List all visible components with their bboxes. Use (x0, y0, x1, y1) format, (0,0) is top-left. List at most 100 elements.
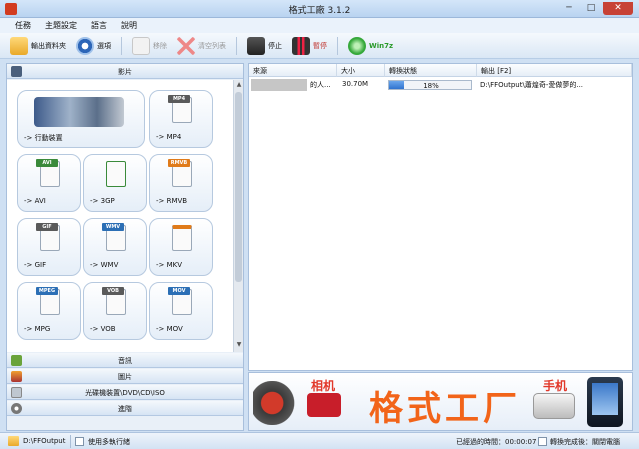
menu-language[interactable]: 語言 (84, 18, 114, 33)
remove-label: 移除 (153, 41, 167, 50)
clear-list-label: 清空列表 (198, 41, 226, 50)
stop-icon (247, 36, 265, 55)
multithread-label: 使用多執行緒 (88, 438, 130, 446)
scroll-down-icon[interactable]: ▼ (234, 341, 244, 351)
row-output: D:\FFOutput\蕭煌奇-愛做夢的... (480, 81, 584, 89)
clear-list-button[interactable]: 清空列表 (173, 35, 230, 57)
tile-wmv[interactable]: WMV -> WMV (83, 218, 147, 276)
remove-icon (132, 36, 150, 55)
column-size[interactable]: 大小 (337, 64, 385, 77)
redacted-source (251, 79, 307, 91)
category-video[interactable]: 影片 (7, 64, 243, 79)
tile-mobile[interactable]: -> 行動裝置 (17, 90, 145, 148)
tile-mkv[interactable]: -> MKV (149, 218, 213, 276)
tile-label: -> RMVB (156, 197, 188, 205)
scroll-up-icon[interactable]: ▲ (234, 81, 244, 91)
multithread-checkbox[interactable] (75, 437, 84, 446)
camera-icon (307, 393, 341, 417)
mobile-devices-icon (34, 97, 124, 127)
output-folder-button[interactable]: 輸出資料夾 (6, 35, 70, 57)
column-output[interactable]: 輸出 [F2] (477, 64, 632, 77)
remove-button[interactable]: 移除 (128, 35, 171, 57)
toolbar: 輸出資料夾 選項 移除 清空列表 停止 暫停 Win7z (0, 33, 639, 59)
progress-text: 18% (423, 82, 439, 90)
category-advanced-label: 進階 (118, 405, 132, 413)
tile-mov[interactable]: MOV -> MOV (149, 282, 213, 340)
category-picture-label: 圖片 (118, 373, 132, 381)
category-rom[interactable]: 光碟機裝置\DVD\CD\ISO (7, 385, 243, 400)
category-audio-label: 音訊 (118, 357, 132, 365)
tile-vob[interactable]: VOB -> VOB (83, 282, 147, 340)
gear-icon (76, 36, 94, 55)
menu-bar: 任務 主題設定 語言 說明 (0, 18, 639, 33)
win7-label: Win7z (369, 41, 394, 50)
column-status[interactable]: 轉換狀態 (385, 64, 477, 77)
window-title: 格式工廠 3.1.2 (288, 6, 351, 16)
tiles-scrollbar[interactable]: ▲ ▼ (233, 80, 243, 352)
tile-mp4[interactable]: MP4 -> MP4 (149, 90, 213, 148)
tile-label: -> AVI (24, 197, 46, 205)
film-file-icon (172, 225, 192, 251)
promo-banner: 相机 格式工厂 手机 (248, 372, 633, 431)
banner-phone-text: 手机 (543, 379, 568, 393)
clear-icon (177, 36, 195, 55)
minimize-button[interactable]: ─ (559, 2, 579, 15)
wmv-badge: WMV (102, 223, 124, 231)
category-rom-label: 光碟機裝置\DVD\CD\ISO (85, 389, 165, 397)
tile-avi[interactable]: AVI -> AVI (17, 154, 81, 212)
folder-icon (8, 436, 19, 446)
tile-rmvb[interactable]: RMVB -> RMVB (149, 154, 213, 212)
row-source: 的人... (310, 81, 331, 89)
mov-badge: MOV (168, 287, 190, 295)
pause-icon (292, 36, 310, 55)
mpeg-badge: MPEG (36, 287, 58, 295)
output-folder-label: 輸出資料夾 (31, 41, 66, 50)
category-picture[interactable]: 圖片 (7, 369, 243, 384)
category-advanced[interactable]: 進階 (7, 401, 243, 416)
toolbar-divider (121, 36, 122, 55)
window-controls: ─ □ ✕ (559, 2, 633, 15)
close-button[interactable]: ✕ (603, 2, 633, 15)
maximize-button[interactable]: □ (581, 2, 601, 15)
3gp-file-icon (106, 161, 126, 187)
status-bar: D:\FFOutput 使用多執行緒 已經過的時間：00:00:07 轉換完成後… (0, 432, 639, 449)
vob-badge: VOB (102, 287, 124, 295)
tile-label: -> MOV (156, 325, 183, 333)
win7-button[interactable]: Win7z (344, 35, 397, 57)
smartphone-screen (592, 383, 618, 415)
tile-label: -> 3GP (90, 197, 115, 205)
task-list: 來源 大小 轉換狀態 輸出 [F2] 的人... 30.70M 18% D:\F… (248, 63, 633, 371)
mp4-badge: MP4 (168, 95, 190, 103)
category-audio[interactable]: 音訊 (7, 353, 243, 368)
progress-bar: 18% (388, 80, 472, 90)
tile-label: -> MPG (24, 325, 51, 333)
toolbar-divider (236, 36, 237, 55)
after-convert-checkbox[interactable] (538, 437, 547, 446)
options-label: 選項 (97, 41, 111, 50)
column-source[interactable]: 來源 (249, 64, 337, 77)
status-divider (70, 435, 71, 448)
menu-skin[interactable]: 主題設定 (38, 18, 84, 33)
tile-3gp[interactable]: -> 3GP (83, 154, 147, 212)
menu-help[interactable]: 說明 (114, 18, 144, 33)
tile-label: -> 行動裝置 (24, 134, 63, 142)
output-path[interactable]: D:\FFOutput (23, 437, 65, 445)
pause-label: 暫停 (313, 41, 327, 50)
banner-title: 格式工厂 (369, 389, 521, 429)
title-bar: 格式工廠 3.1.2 ─ □ ✕ (0, 0, 639, 18)
stop-button[interactable]: 停止 (243, 35, 286, 57)
gif-badge: GIF (36, 223, 58, 231)
pause-button[interactable]: 暫停 (288, 35, 331, 57)
after-convert-label: 轉換完成後：關閉電腦 (550, 438, 620, 446)
tile-label: -> WMV (90, 261, 119, 269)
pda-icon (533, 393, 575, 419)
category-video-label: 影片 (118, 68, 132, 76)
menu-task[interactable]: 任務 (8, 18, 38, 33)
category-panel: 影片 -> 行動裝置 MP4 -> MP4 AVI -> AVI -> 3GP … (6, 63, 244, 431)
options-button[interactable]: 選項 (72, 35, 115, 57)
elapsed-time: 已經過的時間：00:00:07 (456, 438, 537, 446)
tile-label: -> VOB (90, 325, 116, 333)
tile-gif[interactable]: GIF -> GIF (17, 218, 81, 276)
scroll-thumb[interactable] (235, 92, 242, 282)
tile-mpg[interactable]: MPEG -> MPG (17, 282, 81, 340)
